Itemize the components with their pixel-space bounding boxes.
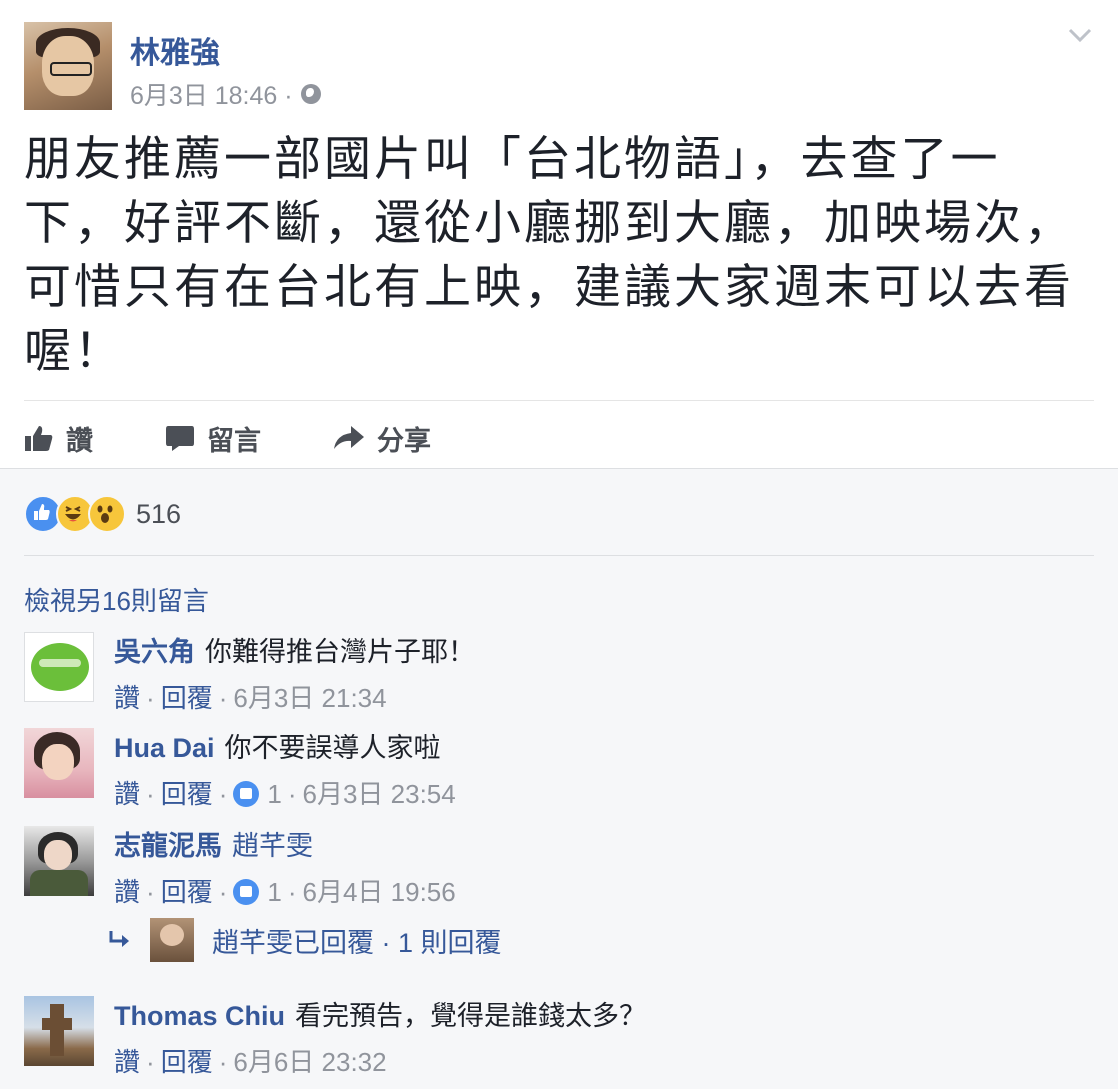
like-icon <box>233 879 260 905</box>
like-icon <box>233 781 260 807</box>
commenter-name[interactable]: Hua Dai <box>114 733 215 763</box>
post-meta: 6月3日 18:46 · <box>130 76 321 112</box>
comment-timestamp[interactable]: 6月3日 23:54 <box>303 774 456 814</box>
chevron-down-icon[interactable] <box>1066 26 1094 44</box>
share-button-label: 分享 <box>377 425 431 456</box>
commenter-name[interactable]: Thomas Chiu <box>114 1001 285 1031</box>
commenter-avatar[interactable] <box>24 632 94 702</box>
like-button[interactable]: 讚 <box>24 419 93 458</box>
comment-meta: 讚 · 回覆 · 6月3日 21:34 <box>114 678 475 718</box>
comment-like-link[interactable]: 讚 <box>114 1042 140 1082</box>
comment-body: Thomas Chiu 看完預告，覺得是誰錢太多？ 讚 · 回覆 · 6月6日 23:… <box>114 996 646 1082</box>
comment-like-count[interactable]: 1 <box>267 774 281 814</box>
wow-icon <box>88 495 126 533</box>
post-card: 林雅強 6月3日 18:46 · 朋友推薦一部國片叫「台北物語」，去查了一下，好… <box>0 0 1118 468</box>
avatar-glasses <box>50 62 92 76</box>
comment-meta: 讚 · 回覆 · 6月6日 23:32 <box>114 1042 646 1082</box>
comment-timestamp[interactable]: 6月4日 19:56 <box>303 872 456 912</box>
reply-summary: 趙芊雯已回覆 · 1 則回覆 <box>212 927 502 958</box>
divider <box>24 400 1094 401</box>
comment-button-label: 留言 <box>207 425 261 456</box>
view-more-comments-link[interactable]: 檢視另16則留言 <box>24 581 209 618</box>
comment-line: Hua Dai 你不要誤導人家啦 <box>114 728 456 768</box>
comment-meta: 讚 · 回覆 · 1 · 6月3日 23:54 <box>114 774 456 814</box>
comment-reply-link[interactable]: 回覆 <box>161 872 213 912</box>
author-avatar[interactable] <box>24 22 112 110</box>
comment-text: 你難得推台灣片子耶！ <box>205 637 475 667</box>
comment-meta: 讚 · 回覆 · 1 · 6月4日 19:56 <box>114 872 456 912</box>
view-replies-link[interactable]: 趙芊雯已回覆 · 1 則回覆 <box>108 918 502 962</box>
commenter-avatar[interactable] <box>24 826 94 896</box>
like-button-label: 讚 <box>66 425 93 456</box>
tagged-user[interactable]: 趙芊雯 <box>232 831 313 861</box>
thumbs-up-icon <box>25 426 53 451</box>
comment-line: Thomas Chiu 看完預告，覺得是誰錢太多？ <box>114 996 646 1036</box>
comment-like-count[interactable]: 1 <box>267 872 281 912</box>
post-actions: 讚 留言 分享 <box>24 416 503 460</box>
commenter-avatar[interactable] <box>24 728 94 798</box>
comment-icon <box>166 426 194 451</box>
comment-reply-link[interactable]: 回覆 <box>161 678 213 718</box>
comment-text: 看完預告，覺得是誰錢太多？ <box>295 1001 647 1031</box>
commenter-avatar[interactable] <box>24 996 94 1066</box>
comment-like-link[interactable]: 讚 <box>114 872 140 912</box>
post-author-name[interactable]: 林雅強 <box>130 28 220 72</box>
comment-reply-link[interactable]: 回覆 <box>161 1042 213 1082</box>
comment-body: 吳六角 你難得推台灣片子耶！ 讚 · 回覆 · 6月3日 21:34 <box>114 632 475 718</box>
reply-arrow-icon <box>109 931 129 947</box>
comment-like-link[interactable]: 讚 <box>114 774 140 814</box>
commenter-name[interactable]: 志龍泥馬 <box>114 831 222 861</box>
reply-avatar <box>150 918 194 962</box>
comment-body: Hua Dai 你不要誤導人家啦 讚 · 回覆 · 1 · 6月3日 23:54 <box>114 728 456 814</box>
comment-timestamp[interactable]: 6月3日 21:34 <box>233 678 386 718</box>
comment-timestamp[interactable]: 6月6日 23:32 <box>233 1042 386 1082</box>
divider <box>24 555 1094 556</box>
comment-body: 志龍泥馬 趙芊雯 讚 · 回覆 · 1 · 6月4日 19:56 <box>114 826 456 912</box>
reaction-count: 516 <box>136 498 182 529</box>
post-body-text: 朋友推薦一部國片叫「台北物語」，去查了一下，好評不斷，還從小廳挪到大廳，加映場次… <box>24 132 1074 379</box>
comment-line: 志龍泥馬 趙芊雯 <box>114 826 456 866</box>
comment-line: 吳六角 你難得推台灣片子耶！ <box>114 632 475 672</box>
post-timestamp[interactable]: 6月3日 18:46 · <box>130 76 293 112</box>
comment-button[interactable]: 留言 <box>165 419 261 458</box>
globe-icon <box>300 84 321 104</box>
reactions-summary[interactable]: 516 <box>24 495 181 533</box>
commenter-name[interactable]: 吳六角 <box>114 637 195 667</box>
share-icon <box>334 426 364 449</box>
comment-text: 你不要誤導人家啦 <box>224 733 441 763</box>
comment-like-link[interactable]: 讚 <box>114 678 140 718</box>
share-button[interactable]: 分享 <box>333 419 431 458</box>
comment-reply-link[interactable]: 回覆 <box>161 774 213 814</box>
